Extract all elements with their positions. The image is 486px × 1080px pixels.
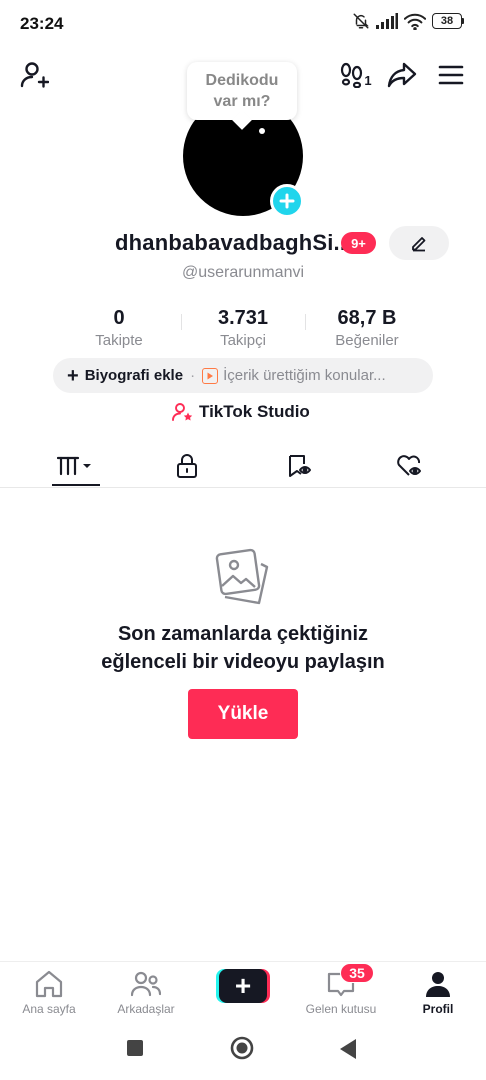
photo-stack-icon bbox=[213, 548, 273, 613]
empty-state-line-2: eğlenceli bir videoyu paylaşın bbox=[101, 651, 385, 673]
status-icons: 38 bbox=[352, 12, 464, 30]
tab-tagged[interactable] bbox=[276, 446, 324, 486]
nav-friends-label: Arkadaşlar bbox=[117, 1002, 175, 1016]
bio-pill[interactable]: + Biyografi ekle · İçerik ürettiğim konu… bbox=[53, 358, 433, 393]
empty-state-message: Son zamanlarda çektiğiniz eğlenceli bir … bbox=[0, 620, 486, 676]
menu-button[interactable] bbox=[436, 60, 466, 90]
status-time: 23:24 bbox=[20, 14, 64, 33]
recents-button[interactable] bbox=[125, 1038, 145, 1063]
empty-state-line-1: Son zamanlarda çektiğiniz bbox=[117, 623, 369, 645]
friends-icon bbox=[131, 971, 161, 997]
hamburger-menu-icon bbox=[438, 65, 464, 85]
profile-icon bbox=[426, 972, 450, 997]
circle-icon bbox=[230, 1036, 254, 1060]
footprints-count: 1 bbox=[364, 72, 372, 88]
create-button[interactable]: + bbox=[216, 969, 270, 1003]
person-star-icon bbox=[172, 403, 193, 421]
share-profile-button[interactable] bbox=[386, 60, 418, 90]
videos-grid-icon bbox=[57, 456, 91, 476]
upload-button[interactable]: Yükle bbox=[188, 689, 298, 739]
plus-icon bbox=[279, 193, 295, 209]
nav-profile-label: Profil bbox=[422, 1002, 454, 1016]
user-handle: @userarunmanvi bbox=[181, 264, 305, 281]
following-label: Takipte bbox=[95, 332, 143, 349]
battery-icon: 38 bbox=[432, 13, 464, 29]
footprints-icon bbox=[341, 62, 363, 88]
inbox-badge: 35 bbox=[340, 963, 374, 983]
lock-icon bbox=[177, 454, 197, 478]
add-bio-plus-icon: + bbox=[67, 364, 79, 387]
square-icon bbox=[127, 1040, 143, 1056]
signal-icon bbox=[376, 13, 398, 29]
likes-count: 68,7 B bbox=[337, 307, 397, 329]
nav-home-label: Ana sayfa bbox=[22, 1002, 76, 1016]
status-tooltip[interactable]: Dedikodu var mı? bbox=[187, 62, 297, 130]
add-bio-label[interactable]: Biyografi ekle bbox=[85, 367, 183, 384]
notification-badge[interactable]: 9+ bbox=[341, 232, 376, 254]
battery-level: 38 bbox=[432, 13, 462, 29]
tagged-icon bbox=[289, 455, 311, 477]
stat-followers[interactable]: 3.731 Takipçi bbox=[178, 305, 308, 351]
avatar-status-dot bbox=[259, 128, 265, 134]
stat-following[interactable]: 0 Takipte bbox=[54, 305, 184, 351]
add-avatar-button[interactable] bbox=[270, 184, 304, 218]
tab-videos[interactable] bbox=[52, 446, 100, 486]
content-topics-label[interactable]: İçerik ürettiğim konular... bbox=[223, 367, 386, 384]
home-system-button[interactable] bbox=[230, 1036, 254, 1065]
nav-profile[interactable]: Profil bbox=[393, 962, 483, 1024]
bottom-nav: Ana sayfa Arkadaşlar + Gelen kutusu Prof… bbox=[0, 961, 486, 1023]
status-bar: 23:24 38 bbox=[0, 0, 486, 48]
wifi-icon bbox=[404, 13, 426, 30]
system-nav-bar bbox=[0, 1023, 486, 1080]
stat-likes[interactable]: 68,7 B Beğeniler bbox=[302, 305, 432, 351]
play-square-icon bbox=[202, 367, 219, 384]
profile-views-button[interactable]: 1 bbox=[338, 60, 374, 90]
back-button[interactable] bbox=[338, 1038, 358, 1065]
liked-icon bbox=[397, 455, 421, 476]
likes-label: Beğeniler bbox=[335, 332, 399, 349]
following-count: 0 bbox=[113, 307, 125, 329]
triangle-back-icon bbox=[340, 1039, 356, 1059]
nav-home[interactable]: Ana sayfa bbox=[4, 962, 94, 1024]
share-arrow-icon bbox=[387, 62, 417, 88]
followers-count: 3.731 bbox=[217, 307, 269, 329]
followers-label: Takipçi bbox=[220, 332, 266, 349]
username: dhanbabavadbaghSi... bbox=[115, 230, 353, 255]
add-friend-button[interactable] bbox=[18, 60, 50, 90]
tiktok-studio-label: TikTok Studio bbox=[199, 402, 310, 421]
tabs-divider bbox=[0, 487, 486, 488]
pencil-icon bbox=[412, 237, 426, 252]
bio-separator: · bbox=[190, 367, 196, 384]
nav-inbox-label: Gelen kutusu bbox=[305, 1002, 377, 1016]
bell-muted-icon bbox=[353, 13, 369, 29]
tab-private[interactable] bbox=[163, 446, 211, 486]
tiktok-studio-link[interactable]: TikTok Studio bbox=[172, 402, 310, 422]
tooltip-line-2: var mı? bbox=[213, 93, 271, 110]
home-icon bbox=[35, 970, 63, 998]
add-person-icon bbox=[20, 62, 49, 88]
nav-friends[interactable]: Arkadaşlar bbox=[101, 962, 191, 1024]
tooltip-line-1: Dedikodu bbox=[205, 72, 279, 89]
create-plus-icon: + bbox=[219, 969, 267, 1003]
active-tab-indicator bbox=[52, 484, 100, 486]
edit-profile-button[interactable] bbox=[389, 226, 449, 260]
tab-liked[interactable] bbox=[386, 446, 434, 486]
